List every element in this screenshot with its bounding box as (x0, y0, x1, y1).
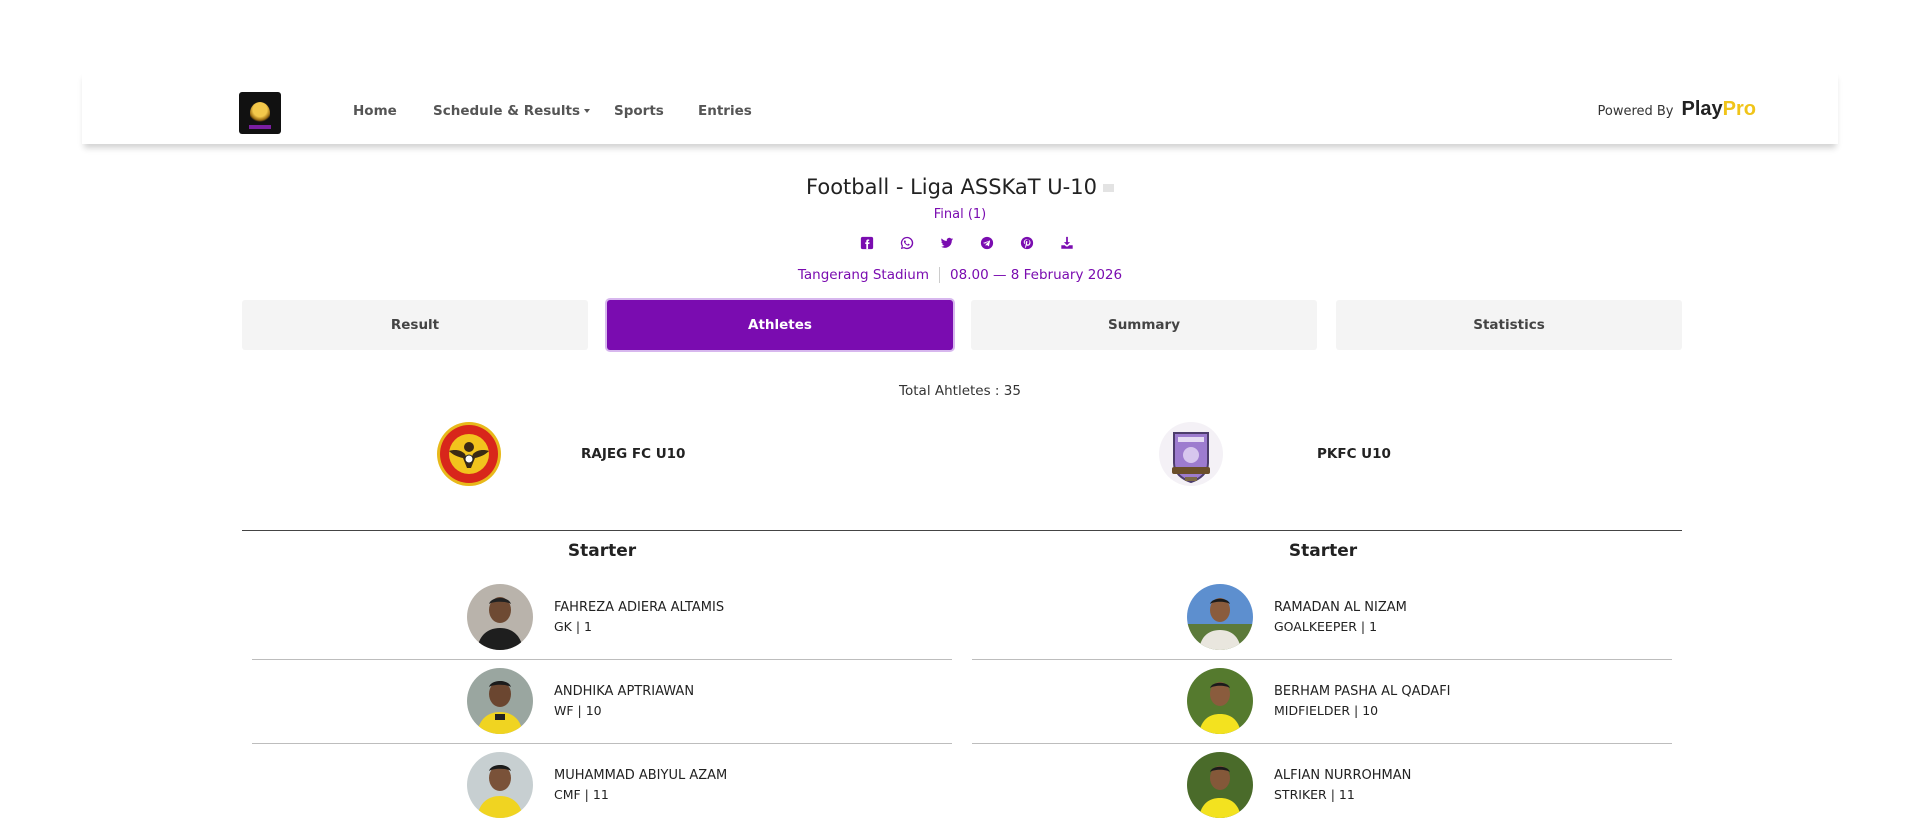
venue-name: Tangerang Stadium (797, 267, 930, 283)
top-navbar: Home Schedule & Results Sports Entries P… (82, 70, 1838, 144)
pkfc-logo (1158, 421, 1224, 487)
section-divider (242, 530, 1682, 531)
player-row[interactable]: ALFIAN NURROHMAN STRIKER | 11 (972, 744, 1672, 823)
player-row[interactable]: RAMADAN AL NIZAM GOALKEEPER | 1 (972, 576, 1672, 660)
player-avatar (467, 668, 533, 734)
nav-schedule-results[interactable]: Schedule & Results (433, 103, 591, 119)
player-row[interactable]: FAHREZA ADIERA ALTAMIS GK | 1 (252, 576, 952, 660)
player-position-number: GK | 1 (554, 619, 592, 634)
player-avatar (1187, 752, 1253, 818)
player-position-number: MIDFIELDER | 10 (1274, 703, 1379, 718)
tab-result[interactable]: Result (242, 300, 588, 350)
whatsapp-icon[interactable] (898, 234, 916, 252)
telegram-icon[interactable] (978, 234, 996, 252)
player-row[interactable]: BERHAM PASHA AL QADAFI MIDFIELDER | 10 (972, 660, 1672, 744)
player-position-number: WF | 10 (554, 703, 602, 718)
nav-home[interactable]: Home (353, 103, 397, 119)
player-name: BERHAM PASHA AL QADAFI (1274, 684, 1451, 699)
player-avatar (1187, 584, 1253, 650)
trophy-icon (250, 102, 270, 124)
total-athletes: Total Ahtletes : 35 (899, 383, 1021, 399)
share-bar (858, 234, 1076, 252)
match-datetime: 08.00 — 8 February 2026 (950, 267, 1123, 283)
nav-sports[interactable]: Sports (614, 103, 664, 119)
match-stage: Final (1) (933, 207, 987, 222)
away-team-name: PKFC U10 (1317, 446, 1391, 462)
powered-by-label: Powered By (1597, 104, 1674, 119)
venue-separator (939, 267, 941, 283)
player-name: ALFIAN NURROHMAN (1274, 768, 1412, 783)
player-position-number: GOALKEEPER | 1 (1274, 619, 1378, 634)
tab-summary[interactable]: Summary (971, 300, 1317, 350)
rajeg-fc-logo (436, 421, 502, 487)
site-logo[interactable] (239, 92, 281, 134)
playpro-logo: PlayPro (1681, 98, 1757, 120)
away-starter-heading: Starter (1288, 541, 1358, 561)
player-avatar (467, 584, 533, 650)
twitter-icon[interactable] (938, 234, 956, 252)
tab-athletes[interactable]: Athletes (607, 300, 953, 350)
player-name: FAHREZA ADIERA ALTAMIS (554, 600, 725, 615)
caret-down-icon (584, 109, 591, 113)
player-position-number: CMF | 11 (554, 787, 609, 802)
pinterest-icon[interactable] (1018, 234, 1036, 252)
player-row[interactable]: ANDHIKA APTRIAWAN WF | 10 (252, 660, 952, 744)
player-row[interactable]: MUHAMMAD ABIYUL AZAM CMF | 11 (252, 744, 952, 823)
player-name: RAMADAN AL NIZAM (1274, 600, 1407, 615)
tab-statistics[interactable]: Statistics (1336, 300, 1682, 350)
match-title: Football - Liga ASSKaT U-10 (0, 175, 1920, 199)
powered-by[interactable]: Powered By PlayPro (1597, 98, 1756, 121)
home-team-name: RAJEG FC U10 (581, 446, 686, 462)
player-name: ANDHIKA APTRIAWAN (554, 684, 695, 699)
match-venue-datetime: Tangerang Stadium 08.00 — 8 February 2026 (0, 267, 1920, 283)
image-icon (1102, 184, 1114, 192)
player-position-number: STRIKER | 11 (1274, 787, 1355, 802)
download-icon[interactable] (1058, 234, 1076, 252)
facebook-icon[interactable] (858, 234, 876, 252)
player-avatar (467, 752, 533, 818)
home-starter-heading: Starter (567, 541, 637, 561)
player-name: MUHAMMAD ABIYUL AZAM (554, 768, 728, 783)
nav-entries[interactable]: Entries (698, 103, 752, 119)
player-avatar (1187, 668, 1253, 734)
